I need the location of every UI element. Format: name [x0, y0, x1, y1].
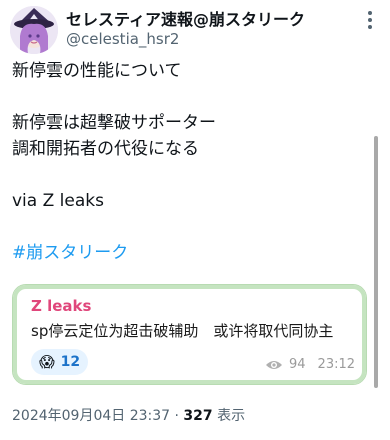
more-options-button[interactable] [358, 8, 382, 32]
tweet-line: via Z leaks [12, 191, 104, 211]
embedded-message-card[interactable]: Z leaks sp停云定位为超击破辅助 或许将取代同协主 😱 12 94 23… [12, 284, 367, 385]
meta-separator: · [174, 408, 179, 424]
scream-emoji-icon: 😱 [39, 352, 55, 371]
tweet-screen: セレスティア速報@崩スタリーク @celestia_hsr2 新停雲の性能につい… [0, 0, 390, 440]
views-label: 表示 [217, 408, 246, 424]
view-count: 327 [183, 408, 213, 424]
tweet-line: 調和開拓者の代役になる [12, 139, 199, 159]
tweet-body: 新停雲の性能について 新停雲は超撃破サポーター 調和開拓者の代役になる via … [12, 58, 367, 266]
tweet-line: 新停雲の性能について [12, 61, 182, 81]
tweet-line: 新停雲は超撃破サポーター [12, 113, 216, 133]
tweet-timestamp[interactable]: 2024年09月04日 23:37 [12, 408, 170, 424]
reaction-badge[interactable]: 😱 12 [31, 349, 89, 375]
avatar-illustration [10, 6, 58, 54]
reaction-count: 12 [60, 354, 81, 370]
embed-views: 94 23:12 [265, 357, 355, 372]
user-handle[interactable]: @celestia_hsr2 [66, 30, 179, 48]
eye-icon [266, 360, 282, 369]
embed-time: 23:12 [317, 357, 356, 372]
scrollbar-thumb[interactable] [374, 136, 378, 388]
embed-text: sp停云定位为超击破辅助 或许将取代同协主 [31, 322, 334, 340]
display-name[interactable]: セレスティア速報@崩スタリーク [66, 6, 305, 30]
avatar[interactable] [10, 6, 58, 54]
hashtag-link[interactable]: #崩スタリーク [12, 240, 367, 266]
embed-view-count: 94 [289, 357, 306, 372]
tweet-meta: 2024年09月04日 23:37 · 327 表示 [12, 405, 245, 425]
more-vertical-icon [368, 11, 372, 29]
embed-title: Z leaks [31, 297, 92, 315]
